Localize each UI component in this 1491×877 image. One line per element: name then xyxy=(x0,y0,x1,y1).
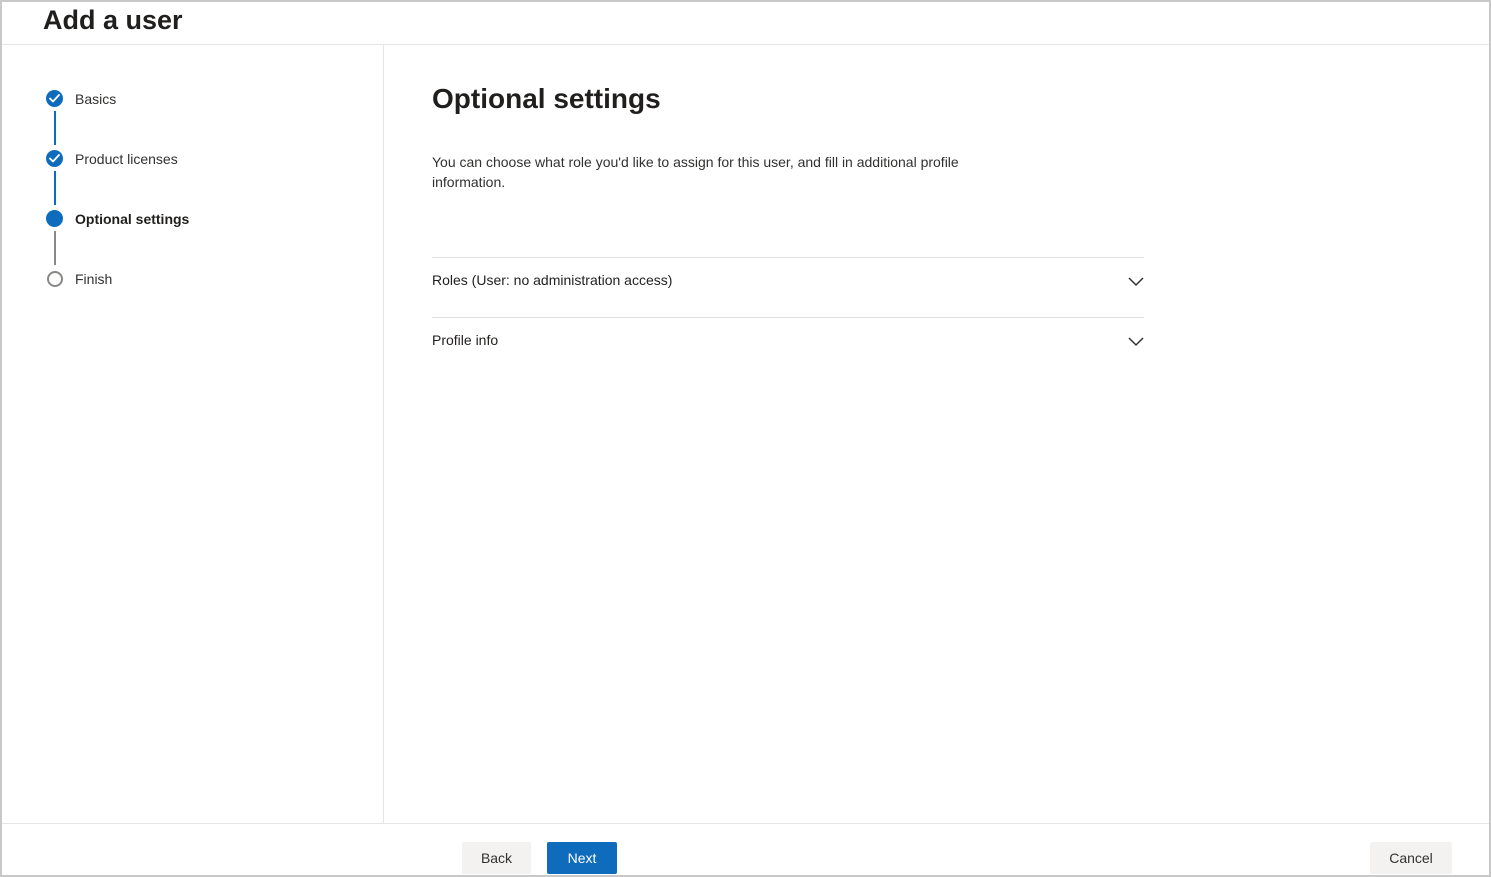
step-connector xyxy=(54,171,56,205)
next-button[interactable]: Next xyxy=(547,842,617,874)
step-navigation: Basics Product licenses Optional setting… xyxy=(2,45,384,823)
accordion-label: Roles (User: no administration access) xyxy=(432,272,673,288)
pending-step-icon xyxy=(47,271,63,287)
checkmark-icon xyxy=(46,90,63,107)
step-label: Finish xyxy=(75,271,113,287)
step-label: Basics xyxy=(75,91,117,107)
roles-accordion[interactable]: Roles (User: no administration access) xyxy=(432,257,1144,317)
step-label: Optional settings xyxy=(75,211,190,227)
section-description: You can choose what role you'd like to a… xyxy=(432,154,959,190)
chevron-down-icon[interactable] xyxy=(1128,334,1144,347)
back-button[interactable]: Back xyxy=(462,842,531,874)
wizard-footer: Back Next Cancel xyxy=(2,823,1489,877)
page-title: Add a user xyxy=(43,5,183,35)
accordion-label: Profile info xyxy=(432,332,499,348)
chevron-down-icon[interactable] xyxy=(1128,274,1144,287)
step-connector xyxy=(54,231,56,265)
add-user-wizard: Add a user Basics Product licenses Optio… xyxy=(0,0,1491,877)
cancel-button[interactable]: Cancel xyxy=(1370,842,1452,874)
step-label: Product licenses xyxy=(75,151,178,167)
checkmark-icon xyxy=(46,150,63,167)
wizard-header: Add a user xyxy=(2,2,1489,45)
current-step-icon xyxy=(46,210,63,227)
profile-info-accordion[interactable]: Profile info xyxy=(432,317,1144,377)
step-connector xyxy=(54,111,56,145)
section-title: Optional settings xyxy=(432,83,661,114)
